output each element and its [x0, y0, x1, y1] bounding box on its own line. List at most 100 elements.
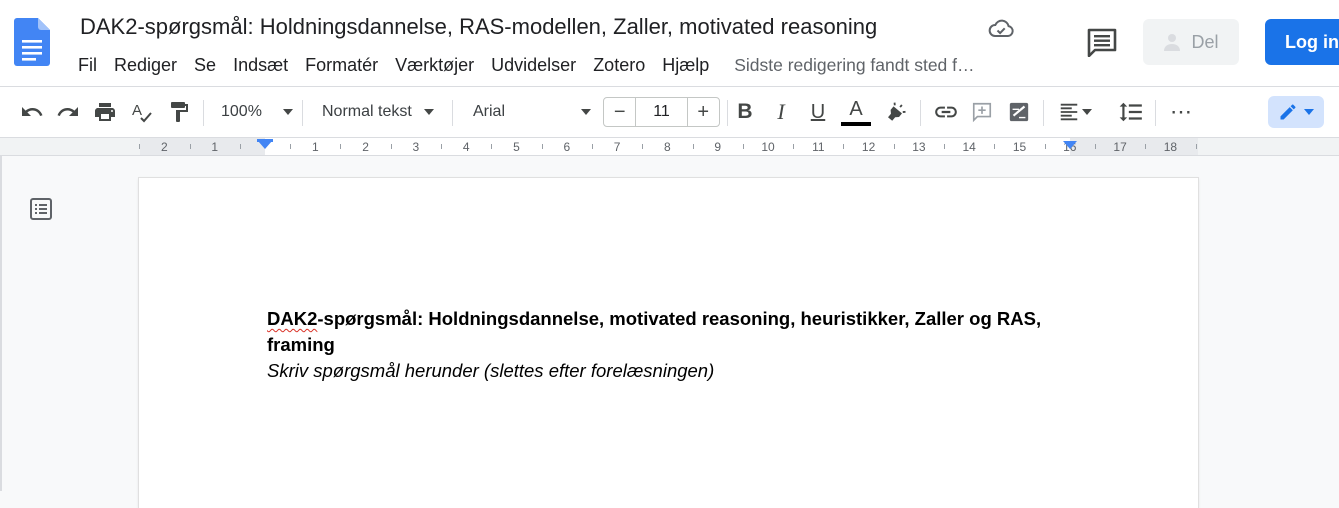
print-icon [95, 103, 115, 121]
ruler-number: 11 [812, 140, 825, 154]
ruler-tick [994, 144, 996, 149]
font-select[interactable]: Arial [464, 87, 594, 137]
chevron-down-icon [1304, 109, 1314, 115]
zoom-select[interactable]: 100% [215, 87, 295, 137]
more-options-button[interactable]: ⋯ [1167, 87, 1195, 137]
line-spacing-button[interactable] [1117, 87, 1145, 137]
share-label: Del [1191, 31, 1219, 52]
ruler-tick [642, 144, 644, 149]
ruler-number: 10 [761, 140, 775, 154]
undo-button[interactable] [18, 87, 46, 137]
insert-image-button[interactable] [1005, 87, 1033, 137]
ruler-tick [491, 144, 493, 149]
ruler-number: 18 [1163, 140, 1178, 154]
ruler[interactable]: 2 1 1 2 3 4 5 6 7 8 9 10 11 12 13 14 15 16 17 18 [0, 138, 1339, 156]
decrease-font-size-button[interactable]: − [604, 98, 635, 126]
pencil-icon [1280, 104, 1296, 120]
highlight-button[interactable] [882, 87, 910, 137]
ruler-tick [340, 144, 342, 149]
menu-format[interactable]: Formatér [305, 55, 386, 76]
increase-font-size-button[interactable]: + [688, 98, 719, 126]
toolbar-divider [920, 100, 921, 126]
menu-help[interactable]: Hjælp [662, 55, 717, 76]
style-value: Normal tekst [322, 103, 412, 120]
insert-link-button[interactable] [932, 87, 960, 137]
italic-button[interactable]: I [768, 87, 794, 137]
bold-button[interactable]: B [732, 87, 758, 137]
document-page[interactable]: DAK2-spørgsmål: Holdningsdannelse, motiv… [139, 178, 1198, 508]
document-title[interactable]: DAK2-spørgsmål: Holdningsdannelse, RAS-m… [80, 14, 877, 40]
underline-button[interactable]: U [805, 87, 831, 137]
menu-tools[interactable]: Værktøjer [395, 55, 482, 76]
right-indent-marker[interactable] [1063, 141, 1077, 149]
ruler-tick [390, 144, 392, 149]
text-color-glyph: A [849, 97, 863, 120]
menu-extensions[interactable]: Udvidelser [491, 55, 584, 76]
header-bar: DAK2-spørgsmål: Holdningsdannelse, RAS-m… [0, 0, 1339, 86]
editing-mode-button[interactable] [1268, 96, 1324, 128]
menu-file[interactable]: Fil [78, 55, 105, 76]
ruler-tick [189, 144, 191, 149]
ruler-number: 9 [714, 140, 722, 154]
spellcheck-button[interactable]: A [128, 87, 156, 137]
toolbar-divider [452, 100, 453, 126]
ruler-number: 2 [362, 140, 369, 154]
font-size-input[interactable]: 11 [635, 98, 688, 126]
align-button[interactable] [1053, 87, 1097, 137]
ruler-number: 5 [513, 140, 520, 154]
highlighter-icon [888, 102, 906, 121]
ruler-number: 13 [912, 140, 926, 154]
image-icon [1009, 102, 1029, 122]
document-subtitle[interactable]: Skriv spørgsmål herunder (slettes efter … [267, 358, 714, 384]
line-spacing-icon [1119, 102, 1142, 122]
document-outline-icon[interactable] [29, 197, 53, 221]
print-button[interactable] [91, 87, 119, 137]
font-value: Arial [473, 103, 506, 120]
docs-logo-icon[interactable] [14, 18, 50, 66]
style-select[interactable]: Normal tekst [314, 87, 444, 137]
ruler-tick [1094, 144, 1096, 149]
ruler-number: 17 [1113, 140, 1127, 154]
ruler-number: 7 [613, 140, 621, 154]
toolbar-divider [203, 100, 204, 126]
login-button[interactable]: Log in [1265, 19, 1339, 65]
ruler-number: 14 [962, 140, 976, 154]
document-heading[interactable]: DAK2-spørgsmål: Holdningsdannelse, motiv… [267, 306, 1067, 358]
ruler-tick [239, 144, 241, 149]
undo-icon [22, 107, 43, 116]
comment-icon[interactable] [1086, 27, 1118, 57]
menu-view[interactable]: Se [194, 55, 224, 76]
chevron-down-icon [423, 109, 434, 115]
menu-edit[interactable]: Rediger [114, 55, 185, 76]
menu-zotero[interactable]: Zotero [593, 55, 653, 76]
left-indent-marker[interactable] [258, 141, 272, 149]
canvas-left-edge [0, 156, 2, 491]
ruler-number: 8 [664, 140, 671, 154]
document-canvas: DAK2-spørgsmål: Holdningsdannelse, motiv… [0, 156, 1339, 508]
redo-button[interactable] [54, 87, 82, 137]
add-comment-button[interactable] [968, 87, 996, 137]
cloud-saved-icon[interactable] [988, 19, 1014, 39]
text-color-button[interactable]: A [840, 87, 872, 137]
ruler-number: 4 [462, 140, 470, 154]
last-edit-link[interactable]: Sidste redigering fandt sted f… [734, 55, 974, 76]
menu-bar: Fil Rediger Se Indsæt Formatér Værktøjer… [78, 53, 975, 77]
menu-insert[interactable]: Indsæt [233, 55, 296, 76]
ruler-tick [944, 144, 946, 149]
ruler-tick [1044, 144, 1046, 149]
svg-text:A: A [132, 102, 142, 119]
ruler-number: 3 [412, 140, 420, 154]
ruler-tick [1145, 144, 1147, 149]
ruler-right-margin [1070, 138, 1198, 155]
ruler-tick [742, 144, 744, 149]
toolbar: A 100% Normal tekst Arial − 11 + B I U A [0, 86, 1339, 138]
link-icon [935, 106, 957, 118]
font-size-stepper: − 11 + [603, 97, 720, 127]
paint-format-button[interactable] [165, 87, 193, 137]
ruler-number: 6 [563, 140, 571, 154]
ruler-number: 12 [861, 140, 876, 154]
share-button[interactable]: Del [1143, 19, 1239, 65]
person-icon [1164, 34, 1181, 51]
misspelled-word[interactable]: DAK2 [267, 308, 317, 329]
add-comment-icon [972, 102, 992, 123]
